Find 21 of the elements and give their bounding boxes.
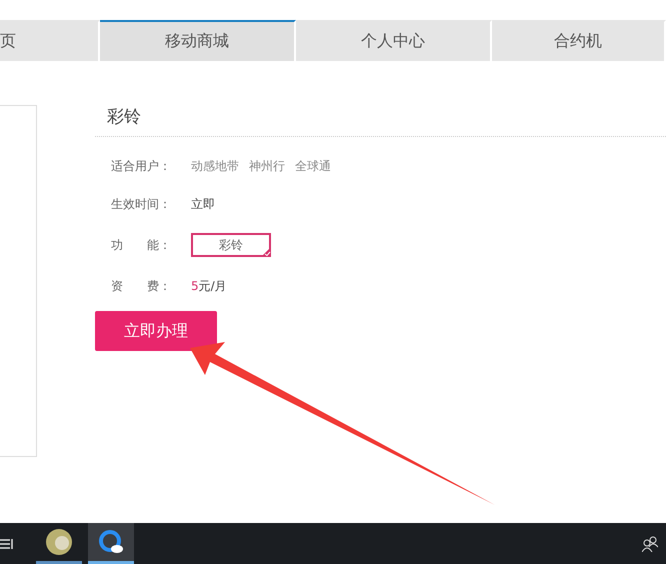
field-value: 立即 <box>191 196 215 212</box>
field-label: 资 费： <box>111 278 172 294</box>
check-corner-icon <box>261 247 271 257</box>
option-chip[interactable]: 彩铃 <box>191 233 271 257</box>
price-unit: 元/月 <box>198 278 227 294</box>
apply-button[interactable]: 立即办理 <box>95 311 217 351</box>
field-value: 神州行 <box>249 158 285 174</box>
nav-tab[interactable]: 移动商城 <box>100 20 296 61</box>
field-label: 功 能： <box>111 236 172 254</box>
price-amount: 5 <box>191 279 199 293</box>
avatar-icon <box>46 529 72 555</box>
task-view-icon <box>0 536 14 550</box>
taskbar-app[interactable] <box>88 523 134 564</box>
product-title: 彩铃 <box>95 105 666 137</box>
field-label: 生效时间： <box>111 196 172 212</box>
field-value: 全球通 <box>295 158 331 174</box>
nav-tab[interactable]: 页 <box>0 20 100 61</box>
browser-icon <box>98 529 124 555</box>
field-value: 动感地带 <box>191 158 239 174</box>
field-label: 适合用户： <box>111 158 172 174</box>
people-icon <box>642 536 658 552</box>
